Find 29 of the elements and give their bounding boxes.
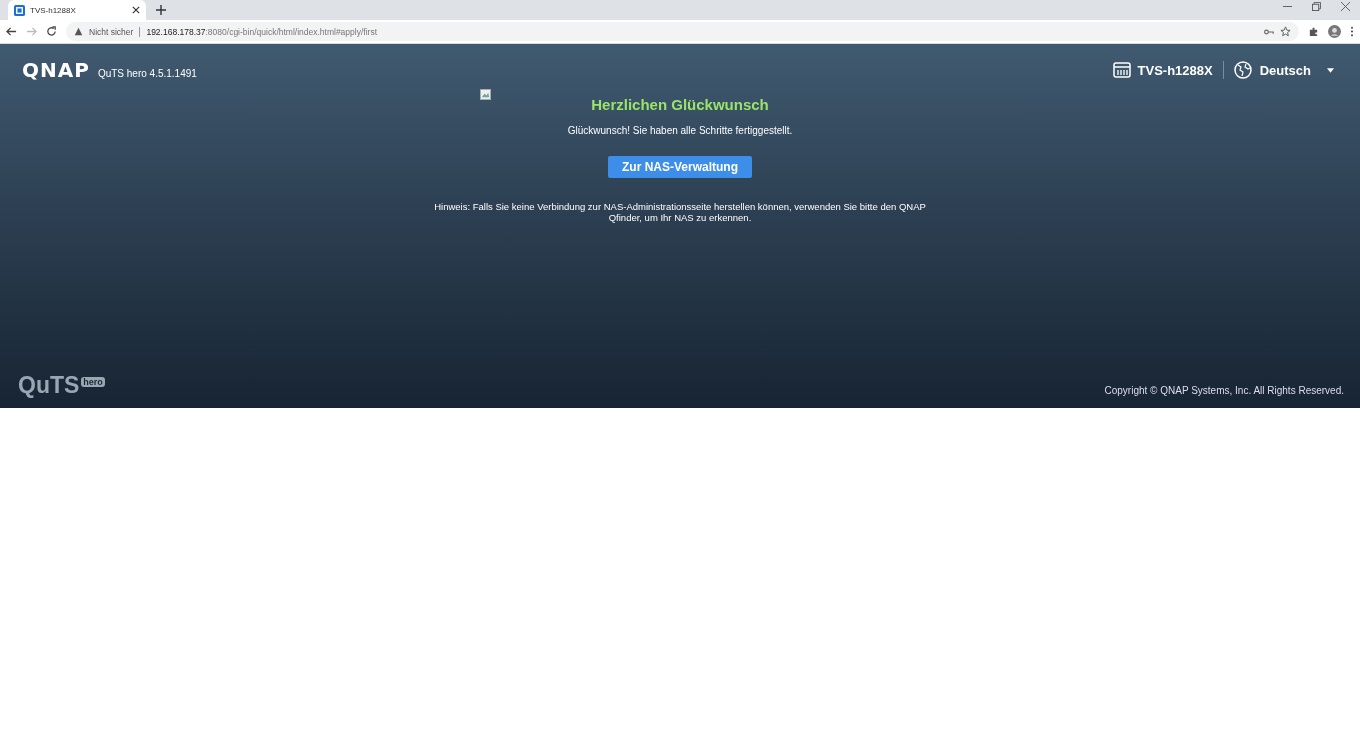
browser-tab[interactable]: TVS-h1288X <box>8 0 146 20</box>
menu-icon[interactable] <box>1350 26 1354 37</box>
new-tab-icon[interactable] <box>156 5 166 15</box>
caret-icon <box>1327 67 1334 73</box>
server-icon <box>1112 62 1131 78</box>
back-icon[interactable] <box>6 26 17 37</box>
globe-icon <box>1233 61 1252 79</box>
warning-icon <box>74 27 83 36</box>
success-title: Herzlichen Glückwunsch <box>591 96 769 113</box>
puzzle-icon[interactable] <box>1308 26 1319 37</box>
security-label: Nicht sicher <box>89 26 134 37</box>
quts-logo: QuTS <box>18 374 80 396</box>
language-dropdown[interactable]: Deutsch <box>1233 61 1334 79</box>
star-icon[interactable] <box>1280 26 1291 37</box>
qnap-logo: QNAP <box>22 58 90 82</box>
url-text: 192.168.178.37:8080/cgi-bin/quick/html/index.html#apply/first <box>146 26 377 37</box>
copyright-text: Copyright © QNAP Systems, Inc. All Rights Reserved. <box>1104 385 1344 396</box>
hero-badge: hero <box>81 377 105 387</box>
hint-text: Hinweis: Falls Sie keine Verbindung zur NAS-Administrationsseite herstellen können, verwenden Sie bitte den QNAP Qfinder, um Ihr NAS zu erkennen. <box>433 201 927 223</box>
version-label: QuTS hero 4.5.1.1491 <box>97 67 197 79</box>
address-bar[interactable]: Nicht sicher 192.168.178.37:8080/cgi-bin/quick/html/index.html#apply/first <box>66 22 1299 41</box>
close-icon[interactable] <box>132 6 140 14</box>
reload-icon[interactable] <box>46 26 57 37</box>
device-name: TVS-h1288X <box>1137 62 1213 78</box>
success-message: Glückwunsch! Sie haben alle Schritte fertiggestellt. <box>567 125 793 136</box>
avatar-icon[interactable] <box>1328 25 1341 38</box>
restore-icon[interactable] <box>1312 2 1321 11</box>
nas-icon <box>14 4 25 16</box>
broken-image-icon <box>480 89 491 100</box>
